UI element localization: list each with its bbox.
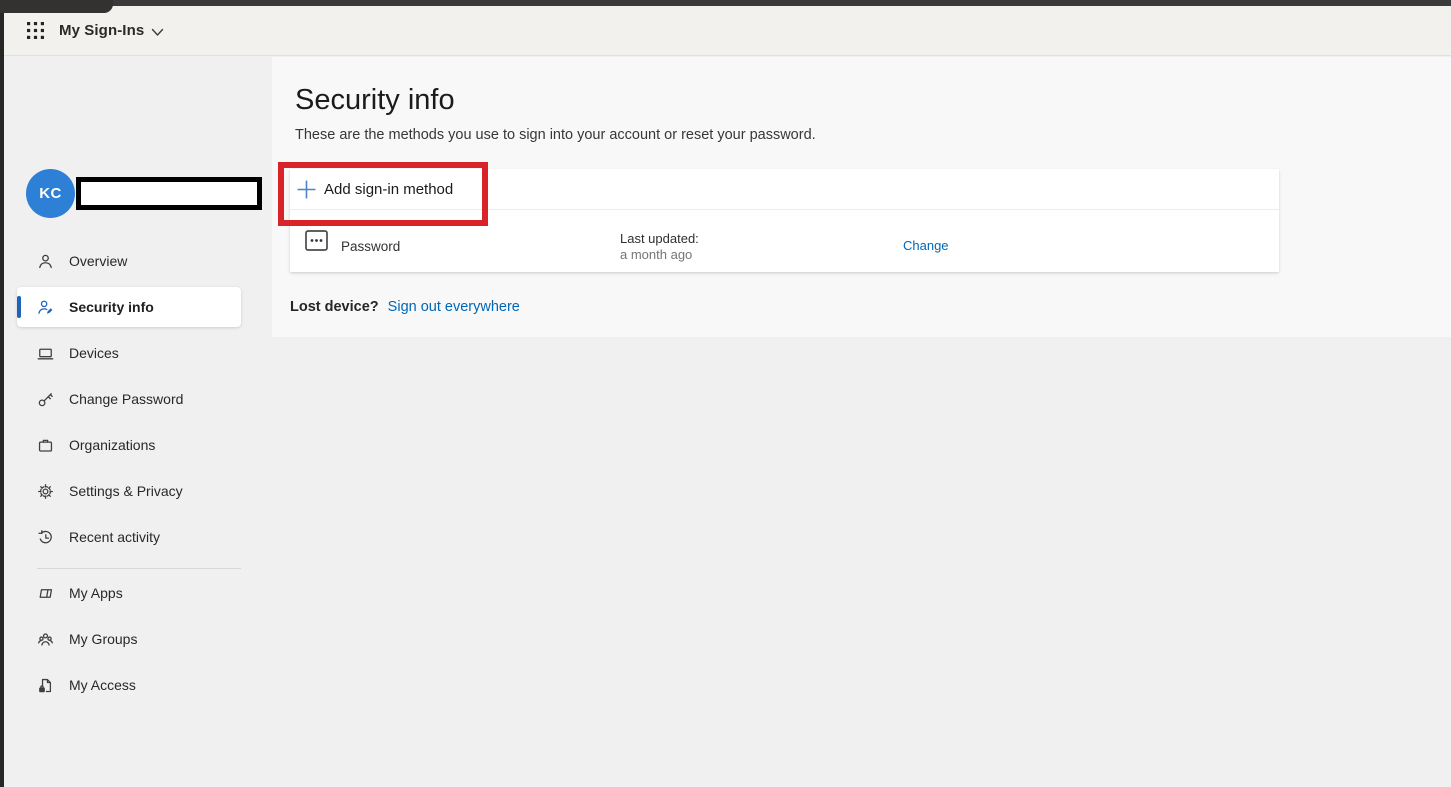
page-title: Security info: [295, 84, 455, 116]
sidebar-item-label: Security info: [69, 299, 154, 315]
sidebar-item-my-access[interactable]: My Access: [17, 665, 241, 705]
person-edit-icon: [37, 299, 54, 316]
sidebar-item-overview[interactable]: Overview: [17, 241, 241, 281]
person-icon: [37, 253, 54, 270]
last-updated-label: Last updated:: [620, 231, 699, 246]
sidebar-item-my-apps[interactable]: My Apps: [17, 573, 241, 613]
sidebar-item-label: Organizations: [69, 437, 156, 453]
last-updated-value: a month ago: [620, 247, 693, 262]
window-chrome-top: [0, 0, 1451, 6]
selected-indicator: [17, 296, 21, 318]
browser-tab-edge: [0, 0, 113, 13]
gear-icon: [37, 483, 54, 500]
sidebar-divider: [37, 568, 241, 569]
sidebar-item-label: Change Password: [69, 391, 184, 407]
briefcase-icon: [37, 437, 54, 454]
sidebar-item-label: My Apps: [69, 585, 123, 601]
sidebar-item-security-info[interactable]: Security info: [17, 287, 241, 327]
document-lock-icon: [37, 677, 54, 694]
avatar[interactable]: KC: [26, 169, 75, 218]
sidebar-item-label: My Groups: [69, 631, 138, 647]
plus-icon: [297, 179, 316, 199]
app-title[interactable]: My Sign-Ins: [59, 22, 144, 39]
waffle-icon: [26, 22, 44, 39]
app-launcher-button[interactable]: [18, 14, 52, 48]
add-sign-in-method-button[interactable]: Add sign-in method: [290, 169, 1279, 210]
method-row-password: Password Last updated: a month ago Chang…: [290, 210, 1279, 271]
sidebar-item-devices[interactable]: Devices: [17, 333, 241, 373]
method-name: Password: [341, 239, 401, 254]
sign-out-everywhere-link[interactable]: Sign out everywhere: [388, 299, 520, 315]
sidebar: KC Overview Security info Devices Change…: [4, 57, 272, 787]
laptop-icon: [37, 345, 54, 362]
lost-device-label: Lost device?: [290, 299, 379, 315]
window-chrome-left: [0, 0, 4, 787]
sign-in-methods-card: Add sign-in method Password Last updated…: [290, 169, 1279, 272]
sidebar-item-my-groups[interactable]: My Groups: [17, 619, 241, 659]
people-icon: [37, 631, 54, 648]
sidebar-item-label: Overview: [69, 253, 128, 269]
method-last-updated: Last updated: a month ago: [620, 231, 699, 263]
sidebar-item-organizations[interactable]: Organizations: [17, 425, 241, 465]
sidebar-item-change-password[interactable]: Change Password: [17, 379, 241, 419]
apps-icon: [37, 585, 54, 602]
sidebar-item-label: Settings & Privacy: [69, 483, 183, 499]
password-icon: [305, 230, 328, 251]
history-icon: [37, 529, 54, 546]
page-subtitle: These are the methods you use to sign in…: [295, 127, 816, 143]
sidebar-item-recent-activity[interactable]: Recent activity: [17, 517, 241, 557]
top-app-bar: My Sign-Ins: [4, 6, 1451, 56]
chevron-down-icon[interactable]: [151, 28, 164, 37]
key-icon: [37, 391, 54, 408]
redacted-username: [76, 177, 262, 210]
add-sign-in-method-label: Add sign-in method: [324, 180, 454, 198]
sidebar-item-label: Recent activity: [69, 529, 161, 545]
sidebar-item-settings-privacy[interactable]: Settings & Privacy: [17, 471, 241, 511]
change-link[interactable]: Change: [903, 238, 949, 253]
lost-device-line: Lost device? Sign out everywhere: [290, 299, 520, 315]
sidebar-item-label: My Access: [69, 677, 136, 693]
sidebar-item-label: Devices: [69, 345, 119, 361]
